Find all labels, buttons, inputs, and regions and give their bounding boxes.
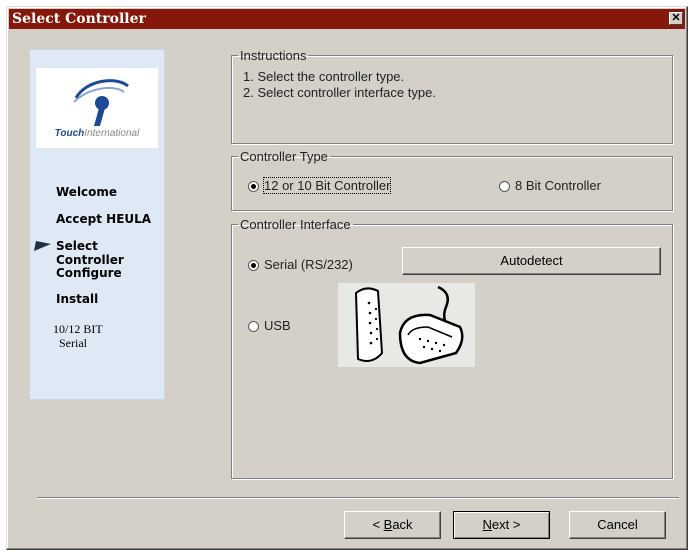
autodetect-button[interactable]: Autodetect: [402, 247, 661, 275]
step-configure: Configure: [56, 266, 122, 280]
radio-8-bit[interactable]: [499, 181, 510, 192]
next-mnemonic: N: [482, 517, 492, 532]
instruction-line-1: 1. Select the controller type.: [243, 69, 405, 84]
logo-brand-bold: Touch: [54, 128, 85, 139]
step-install: Install: [56, 292, 99, 306]
back-prefix: <: [372, 517, 384, 532]
serial-connector-icon: [354, 285, 464, 365]
wizard-sidebar: TouchInternational Welcome Accept HEULA …: [29, 49, 165, 400]
logo-brand-rest: International: [84, 128, 140, 139]
radio-usb[interactable]: [248, 321, 259, 332]
step-welcome: Welcome: [56, 185, 118, 199]
radio-12-10-bit[interactable]: [248, 181, 259, 192]
dialog-window: Select Controller ✕ TouchInternational W…: [6, 6, 688, 550]
logo-wordmark: TouchInternational: [36, 128, 158, 139]
logo-icon: [73, 79, 129, 126]
current-step-arrow-icon: [34, 241, 51, 251]
controller-interface-legend: Controller Interface: [240, 217, 351, 232]
instruction-line-2: 2. Select controller interface type.: [243, 85, 436, 100]
sidebar-note-bit: 10/12 BIT: [53, 322, 103, 336]
sidebar-note-interface: Serial: [59, 336, 87, 350]
close-button[interactable]: ✕: [669, 12, 683, 25]
next-button[interactable]: Next >: [453, 511, 550, 539]
step-accept-heula: Accept HEULA: [56, 212, 152, 226]
back-button[interactable]: < Back: [344, 511, 441, 539]
footer-separator: [37, 497, 679, 499]
instructions-legend: Instructions: [240, 48, 307, 63]
cancel-button[interactable]: Cancel: [569, 511, 666, 539]
touch-international-logo: TouchInternational: [36, 68, 158, 148]
radio-12-10-bit-label[interactable]: 12 or 10 Bit Controller: [262, 177, 392, 194]
radio-usb-label[interactable]: USB: [264, 318, 291, 333]
radio-8-bit-label[interactable]: 8 Bit Controller: [515, 178, 601, 193]
back-rest: ack: [392, 517, 413, 532]
step-select-controller: Select Controller: [56, 239, 124, 267]
serial-connector-image: [338, 283, 475, 367]
controller-type-legend: Controller Type: [240, 149, 328, 164]
window-title: Select Controller: [12, 11, 146, 27]
title-bar[interactable]: Select Controller ✕: [9, 9, 685, 29]
radio-serial[interactable]: [248, 260, 259, 271]
radio-serial-label[interactable]: Serial (RS/232): [264, 257, 353, 272]
next-rest: ext >: [491, 517, 521, 532]
close-icon: ✕: [671, 12, 681, 24]
